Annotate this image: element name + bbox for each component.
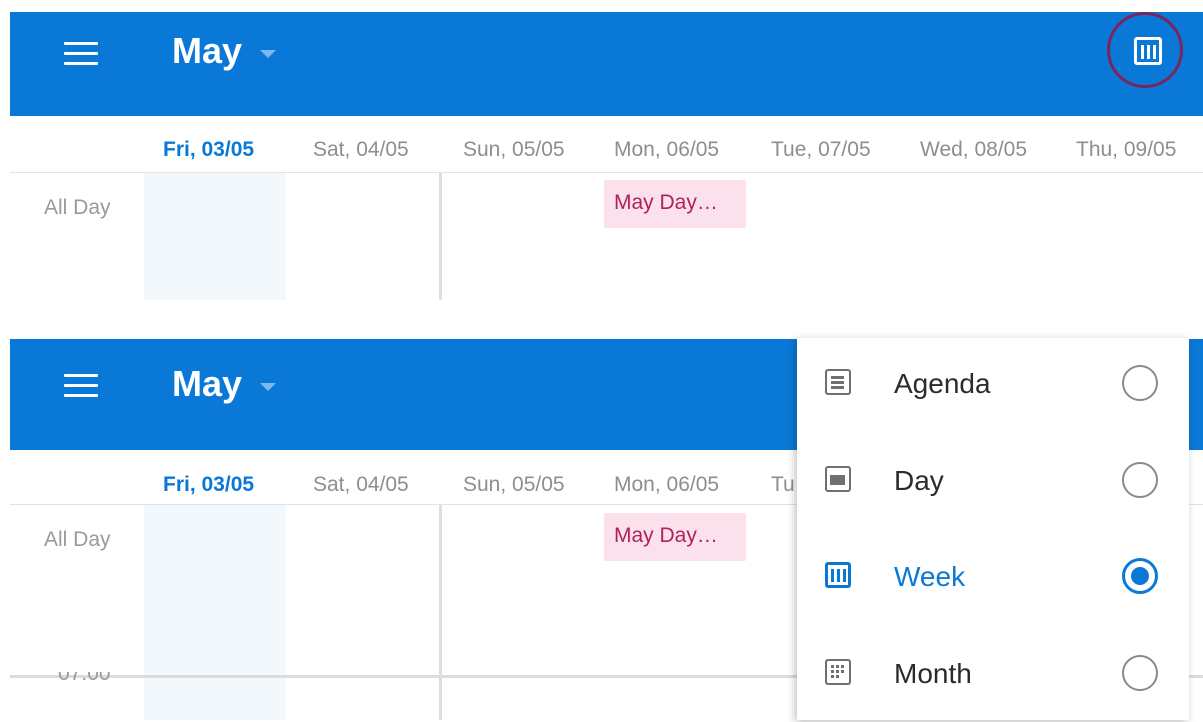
menu-icon[interactable] xyxy=(64,42,98,68)
today-column-highlight xyxy=(144,505,286,720)
week-view-icon xyxy=(825,562,851,588)
day-header[interactable]: Sat, 04/05 xyxy=(313,138,409,162)
day-header[interactable]: Sun, 05/05 xyxy=(463,138,565,162)
all-day-event[interactable]: May Day… xyxy=(604,513,746,561)
day-header[interactable]: Thu, 09/05 xyxy=(1076,138,1176,162)
menu-icon[interactable] xyxy=(64,374,98,400)
view-option-agenda[interactable]: Agenda xyxy=(797,338,1189,432)
all-day-label: All Day xyxy=(44,528,111,551)
view-option-week[interactable]: Week xyxy=(797,531,1189,625)
day-header-today[interactable]: Fri, 03/05 xyxy=(163,473,254,497)
weekend-divider xyxy=(439,173,442,300)
day-header-today[interactable]: Fri, 03/05 xyxy=(163,138,254,162)
radio-button[interactable] xyxy=(1122,655,1158,691)
radio-button-selected[interactable] xyxy=(1122,558,1158,594)
view-option-label: Agenda xyxy=(894,368,991,399)
day-header-row: Fri, 03/05 Sat, 04/05 Sun, 05/05 Mon, 06… xyxy=(10,130,1203,172)
all-day-label: All Day xyxy=(44,196,111,219)
day-header[interactable]: Tu xyxy=(771,473,795,497)
month-title: May xyxy=(172,363,243,404)
time-label-text: 07:00 xyxy=(58,672,111,684)
radio-button[interactable] xyxy=(1122,462,1158,498)
month-title: May xyxy=(172,30,243,71)
view-option-label: Day xyxy=(894,465,944,496)
day-header[interactable]: Mon, 06/05 xyxy=(614,473,719,497)
week-view-icon xyxy=(1134,37,1162,65)
day-view-icon xyxy=(825,466,851,492)
month-view-icon xyxy=(825,659,851,685)
agenda-icon xyxy=(825,369,851,395)
calendar-week-view-before: May Fri, 03/05 Sat, 04/05 Sun, 05/05 Mon… xyxy=(10,12,1203,300)
view-option-day[interactable]: Day xyxy=(797,435,1189,529)
view-menu: Agenda Day Week Month xyxy=(797,338,1189,720)
month-selector[interactable]: May xyxy=(172,363,277,405)
day-header[interactable]: Sat, 04/05 xyxy=(313,473,409,497)
all-day-event[interactable]: May Day… xyxy=(604,180,746,228)
today-column-highlight xyxy=(144,173,286,300)
view-option-label: Week xyxy=(894,561,966,592)
chevron-down-icon xyxy=(260,383,277,391)
day-header[interactable]: Mon, 06/05 xyxy=(614,138,719,162)
day-header[interactable]: Tue, 07/05 xyxy=(771,138,871,162)
weekend-divider xyxy=(439,505,442,720)
chevron-down-icon xyxy=(260,50,277,58)
view-option-label: Month xyxy=(894,658,972,689)
app-bar: May xyxy=(10,12,1203,116)
view-option-month[interactable]: Month xyxy=(797,628,1189,722)
time-label: 07:00 xyxy=(58,672,111,684)
month-selector[interactable]: May xyxy=(172,30,277,72)
day-header[interactable]: Sun, 05/05 xyxy=(463,473,565,497)
radio-button[interactable] xyxy=(1122,365,1158,401)
day-header[interactable]: Wed, 08/05 xyxy=(920,138,1027,162)
view-switcher-button[interactable] xyxy=(1107,12,1183,88)
